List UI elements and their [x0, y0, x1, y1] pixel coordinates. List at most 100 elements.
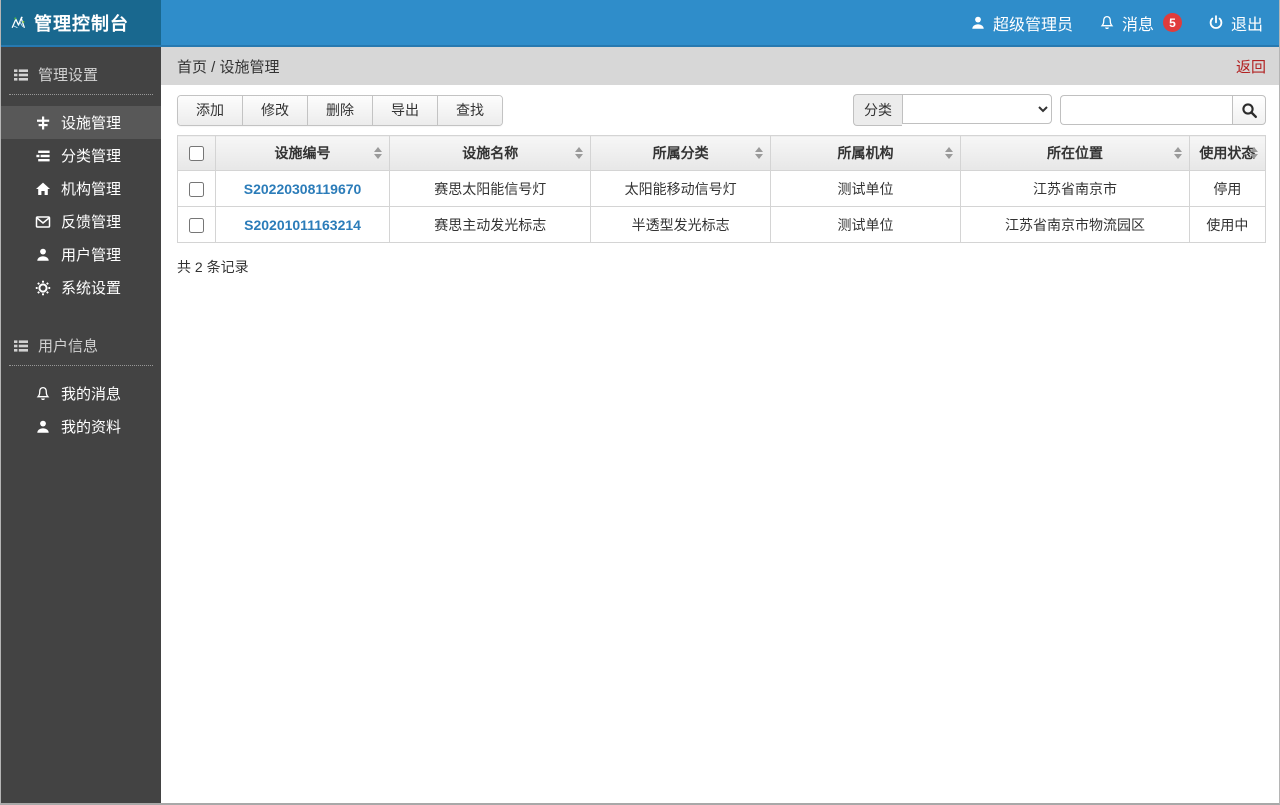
sidebar-item-label: 设施管理 — [61, 115, 122, 132]
edit-button[interactable]: 修改 — [243, 95, 308, 125]
header-facility-name[interactable]: 设施名称 — [389, 135, 592, 171]
location-cell: 江苏省南京市 — [960, 170, 1190, 207]
divider — [9, 94, 153, 95]
sort-icon[interactable] — [374, 147, 383, 159]
row-checkbox[interactable] — [189, 181, 204, 197]
home-icon — [36, 182, 50, 195]
sort-icon[interactable] — [945, 147, 954, 159]
brand: 管理控制台 — [1, 0, 161, 45]
table-row: S20201011163214 赛思主动发光标志 半透型发光标志 测试单位 江苏… — [177, 206, 1267, 243]
location-cell: 江苏省南京市物流园区 — [960, 206, 1190, 243]
action-button-group: 添加 修改 删除 导出 查找 — [177, 94, 503, 126]
app-logo-icon — [11, 16, 26, 28]
header-checkbox-cell — [177, 135, 216, 171]
facility-name-cell: 赛思太阳能信号灯 — [389, 170, 592, 207]
category-cell: 半透型发光标志 — [590, 206, 771, 243]
facility-name-cell: 赛思主动发光标志 — [389, 206, 592, 243]
status-cell: 停用 — [1188, 170, 1267, 207]
messages-count-badge: 5 — [1162, 13, 1182, 32]
search-button[interactable] — [1232, 95, 1266, 125]
sort-icon[interactable] — [575, 147, 584, 159]
header-organization[interactable]: 所属机构 — [769, 135, 962, 171]
status-cell: 使用中 — [1188, 206, 1267, 243]
current-user-button[interactable]: 超级管理员 — [970, 11, 1073, 35]
logout-button[interactable]: 退出 — [1208, 11, 1263, 35]
find-button[interactable]: 查找 — [438, 95, 502, 125]
facility-id-link[interactable]: S20220308119670 — [244, 181, 362, 197]
brand-title: 管理控制台 — [34, 13, 129, 34]
facility-table: 设施编号 设施名称 所属分类 所属机构 所在位置 使用状态 S202203081… — [177, 135, 1267, 243]
th-list-icon — [14, 339, 28, 352]
current-user-label: 超级管理员 — [992, 16, 1073, 34]
organization-cell: 测试单位 — [769, 170, 962, 207]
sidebar-section-title: 用户信息 — [38, 338, 99, 355]
breadcrumb-bar: 首页 / 设施管理 返回 — [161, 47, 1279, 85]
sort-icon[interactable] — [1173, 147, 1182, 159]
user-icon — [37, 420, 49, 433]
category-select[interactable] — [902, 94, 1052, 124]
table-header-row: 设施编号 设施名称 所属分类 所属机构 所在位置 使用状态 — [177, 135, 1267, 171]
header-status[interactable]: 使用状态 — [1188, 135, 1267, 171]
logout-label: 退出 — [1230, 16, 1263, 34]
breadcrumb: 首页 / 设施管理 — [177, 58, 280, 76]
sidebar-item-system-settings[interactable]: 系统设置 — [1, 271, 161, 304]
bell-icon — [36, 386, 50, 400]
sidebar-item-category-management[interactable]: 分类管理 — [1, 139, 161, 172]
sidebar-item-organization-management[interactable]: 机构管理 — [1, 172, 161, 205]
search-group — [1060, 95, 1266, 125]
sidebar-item-label: 系统设置 — [61, 280, 122, 297]
export-button[interactable]: 导出 — [373, 95, 438, 125]
header-location[interactable]: 所在位置 — [960, 135, 1190, 171]
delete-button[interactable]: 删除 — [308, 95, 373, 125]
bell-icon — [1100, 15, 1114, 29]
record-count: 共 2 条记录 — [177, 259, 249, 275]
facility-id-link[interactable]: S20201011163214 — [244, 217, 361, 233]
sidebar-item-label: 我的消息 — [61, 386, 122, 403]
app-window: 管理控制台 超级管理员 消息 5 退出 管理设置 设施管理 分类管理 机构管理 … — [0, 0, 1280, 805]
facility-table-wrap: 设施编号 设施名称 所属分类 所属机构 所在位置 使用状态 S202203081… — [177, 135, 1267, 243]
sidebar-item-user-management[interactable]: 用户管理 — [1, 238, 161, 271]
search-area: 分类 — [853, 94, 1266, 126]
envelope-icon — [35, 215, 51, 228]
sidebar-section-user-info: 用户信息 我的消息 我的资料 — [1, 318, 161, 443]
header-facility-id[interactable]: 设施编号 — [214, 135, 391, 171]
gear-icon — [35, 280, 51, 295]
add-button[interactable]: 添加 — [178, 95, 243, 125]
topbar: 管理控制台 超级管理员 消息 5 退出 — [1, 0, 1279, 47]
sidebar-item-label: 我的资料 — [61, 419, 122, 436]
category-icon — [36, 150, 50, 161]
sidebar-item-label: 用户管理 — [61, 247, 122, 264]
back-button[interactable]: 返回 — [1236, 56, 1266, 77]
sidebar-item-label: 反馈管理 — [61, 214, 122, 231]
user-icon — [37, 248, 49, 261]
category-cell: 太阳能移动信号灯 — [590, 170, 771, 207]
topbar-right: 超级管理员 消息 5 退出 — [161, 0, 1279, 45]
search-input[interactable] — [1060, 95, 1232, 125]
sidebar: 管理设置 设施管理 分类管理 机构管理 反馈管理 用户管理 系统设置 用户信息 … — [1, 47, 161, 803]
th-list-icon — [14, 68, 28, 81]
divider — [9, 365, 153, 366]
select-all-checkbox[interactable] — [189, 146, 204, 162]
category-filter-label: 分类 — [853, 94, 902, 126]
organization-cell: 测试单位 — [769, 206, 962, 243]
messages-button[interactable]: 消息 5 — [1099, 11, 1182, 35]
row-checkbox[interactable] — [189, 217, 204, 233]
sort-icon[interactable] — [754, 147, 763, 159]
sidebar-item-my-profile[interactable]: 我的资料 — [1, 410, 161, 443]
sidebar-item-facility-management[interactable]: 设施管理 — [1, 106, 161, 139]
row-checkbox-cell — [177, 170, 216, 207]
road-icon — [37, 116, 50, 129]
power-icon — [1209, 14, 1223, 29]
main-content: 首页 / 设施管理 返回 添加 修改 删除 导出 查找 分类 设施编号 设施名称… — [161, 47, 1279, 803]
row-checkbox-cell — [177, 206, 216, 243]
toolbar: 添加 修改 删除 导出 查找 分类 — [161, 85, 1279, 135]
sort-icon[interactable] — [1250, 147, 1258, 159]
sidebar-item-label: 机构管理 — [61, 181, 122, 198]
sidebar-section-title: 管理设置 — [38, 67, 99, 84]
user-icon — [972, 16, 984, 29]
search-icon — [1241, 102, 1257, 118]
sidebar-item-feedback-management[interactable]: 反馈管理 — [1, 205, 161, 238]
sidebar-item-my-messages[interactable]: 我的消息 — [1, 377, 161, 410]
header-category[interactable]: 所属分类 — [590, 135, 771, 171]
sidebar-section-admin-settings: 管理设置 — [1, 47, 161, 94]
